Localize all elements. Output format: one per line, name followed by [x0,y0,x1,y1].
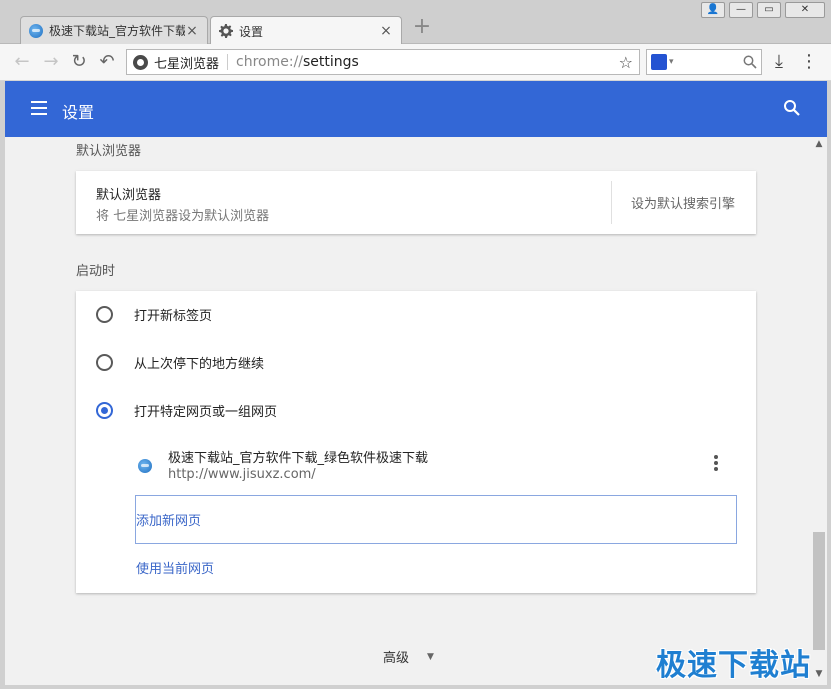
menu-icon[interactable]: ⋮ [798,51,820,73]
advanced-label: 高级 [383,651,410,666]
startup-card: 打开新标签页 从上次停下的地方继续 打开特定网页或一组网页 极速下载站_官方软件… [76,291,756,593]
scrollbar[interactable]: ▲ ▼ [811,137,827,685]
search-input[interactable] [673,55,743,69]
gear-icon [219,24,233,38]
radio-button[interactable] [96,305,113,323]
search-icon[interactable] [783,99,801,117]
divider [227,54,229,70]
chevron-down-icon: ▼ [427,651,434,662]
scroll-down-arrow-icon[interactable]: ▼ [811,669,827,683]
more-vert-icon[interactable] [714,455,718,471]
window-border-right [827,81,831,689]
hamburger-menu-icon[interactable] [31,101,47,115]
radio-continue[interactable]: 从上次停下的地方继续 [96,352,264,372]
page-title-text: 极速下载站_官方软件下载_绿色软件极速下载 [168,451,429,466]
site-name: 七星浏览器 [154,56,220,72]
address-bar[interactable]: 七星浏览器 chrome://settings ☆ [126,49,640,75]
divider [611,181,612,224]
forward-button[interactable]: → [40,51,62,73]
settings-header: 设置 [5,81,827,137]
tab-jisuxz[interactable]: 极速下载站_官方软件下载 × [20,16,208,44]
page-title: 设置 [62,103,95,122]
window-border-bottom [0,685,831,689]
startup-page-item: 极速下载站_官方软件下载_绿色软件极速下载 http://www.jisuxz.… [136,443,736,487]
radio-label: 打开特定网页或一组网页 [134,404,278,420]
advanced-toggle[interactable]: 高级 ▼ [383,647,434,666]
radio-label: 从上次停下的地方继续 [134,356,265,372]
page-url-text: http://www.jisuxz.com/ [168,467,316,482]
tab-title: 设置 [239,24,264,39]
scroll-thumb[interactable] [813,532,825,650]
new-tab-button[interactable]: + [410,14,434,40]
scroll-up-arrow-icon[interactable]: ▲ [811,139,827,153]
row-subtitle: 将 七星浏览器设为默认浏览器 [96,209,270,224]
reload-button[interactable]: ↻ [68,51,90,73]
search-engine-icon[interactable] [651,54,667,70]
row-title: 默认浏览器 [96,188,162,203]
tab-title: 极速下载站_官方软件下载 [49,24,185,38]
minimize-button[interactable]: — [729,2,753,18]
url-text[interactable]: chrome://settings [236,54,619,70]
tab-settings[interactable]: 设置 × [210,16,402,45]
globe-favicon-icon [29,23,43,38]
radio-new-tab[interactable]: 打开新标签页 [96,304,212,324]
watermark-logo: 极速下载站 [656,648,811,683]
use-current-pages-link[interactable]: 使用当前网页 [136,558,214,577]
download-icon[interactable]: ⤓ [768,51,790,73]
close-tab-icon[interactable]: × [185,23,199,39]
title-bar: 极速下载站_官方软件下载 × 设置 × + 👤 — ▭ ✕ [0,0,831,45]
radio-specific-pages[interactable]: 打开特定网页或一组网页 [96,400,277,420]
user-icon[interactable]: 👤 [701,2,725,18]
browser-logo-icon [133,54,148,70]
search-box[interactable]: ▾ [646,49,762,75]
bookmark-star-icon[interactable]: ☆ [619,53,633,72]
close-tab-icon[interactable]: × [379,23,393,39]
undo-close-button[interactable]: ↶ [96,51,118,73]
close-window-button[interactable]: ✕ [785,2,825,18]
set-default-button[interactable]: 设为默认搜索引擎 [631,193,735,212]
globe-favicon-icon [138,459,152,473]
section-title-startup: 启动时 [76,264,116,279]
section-title-default-browser: 默认浏览器 [76,144,142,159]
search-icon[interactable] [743,55,757,69]
add-page-button[interactable]: 添加新网页 [135,495,737,544]
radio-label: 打开新标签页 [134,308,213,324]
restore-button[interactable]: ▭ [757,2,781,18]
radio-button-checked[interactable] [96,401,113,419]
settings-content: 默认浏览器 默认浏览器 将 七星浏览器设为默认浏览器 设为默认搜索引擎 启动时 … [5,137,811,685]
radio-button[interactable] [96,353,113,371]
back-button[interactable]: ← [11,51,33,73]
default-browser-card: 默认浏览器 将 七星浏览器设为默认浏览器 设为默认搜索引擎 [76,171,756,234]
browser-toolbar: ← → ↻ ↶ 七星浏览器 chrome://settings ☆ ▾ ⤓ ⋮ [0,44,831,81]
